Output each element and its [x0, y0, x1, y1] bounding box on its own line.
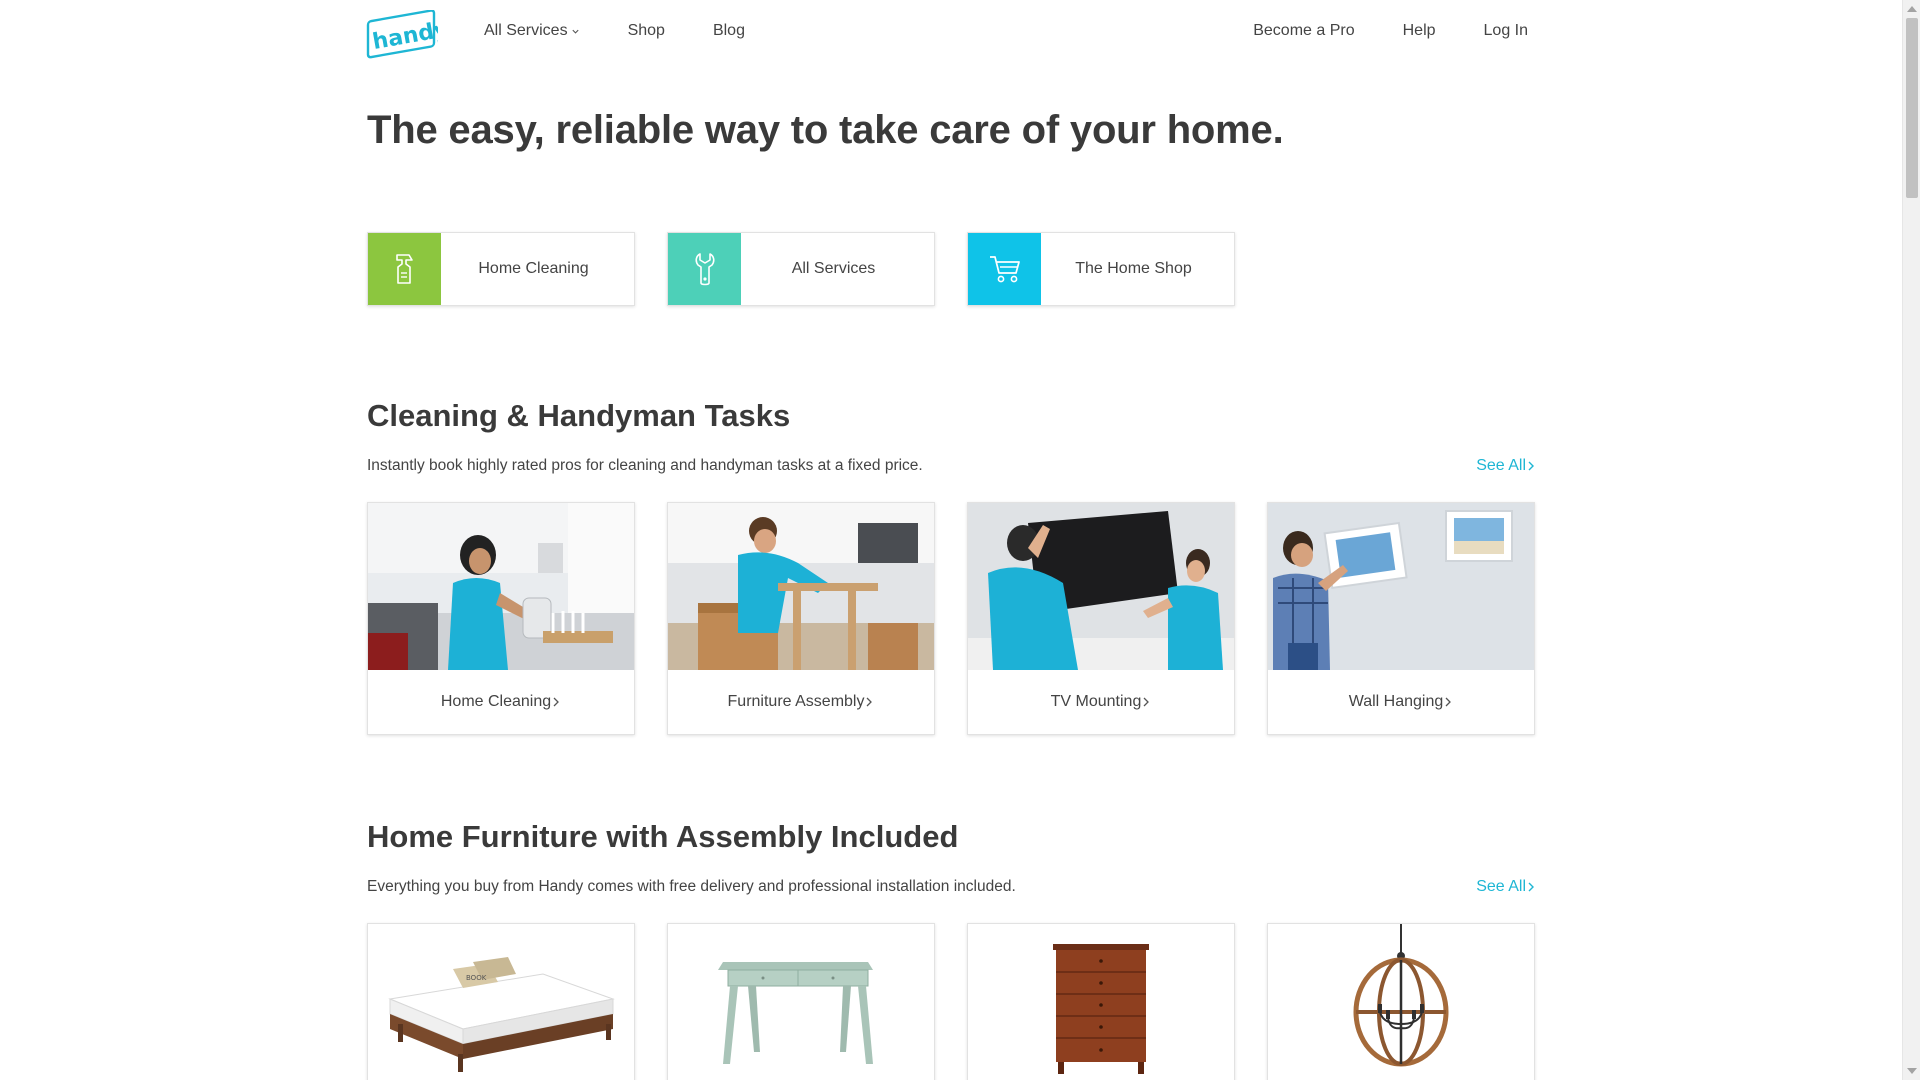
product-card-desk[interactable]	[667, 923, 935, 1080]
secondary-nav: Become a Pro Help Log In	[1205, 22, 1528, 40]
task-card-label: Wall Hanging	[1268, 670, 1534, 734]
chevron-right-icon	[1528, 882, 1534, 892]
furniture-assembly-photo	[668, 503, 934, 670]
quick-link-home-cleaning[interactable]: Home Cleaning	[367, 232, 635, 306]
chandelier-image	[1268, 924, 1534, 1080]
product-cards: BOOK	[367, 923, 1535, 1080]
nav-help[interactable]: Help	[1403, 22, 1436, 40]
site-header: handy All Services Shop Blog Become a Pr…	[0, 0, 1900, 66]
chevron-right-icon	[553, 697, 560, 707]
task-card-wall-hanging[interactable]: Wall Hanging	[1267, 502, 1535, 735]
quick-link-label: All Services	[791, 260, 876, 277]
scroll-down-arrow-icon[interactable]	[1907, 1068, 1917, 1074]
task-card-label-text: TV Mounting	[1050, 693, 1142, 710]
task-cards: Home Cleaning Furniture Assembly TV Moun…	[367, 502, 1535, 735]
tasks-see-all-link[interactable]: See All	[1476, 457, 1536, 475]
dresser-image	[968, 924, 1234, 1080]
hero-title: The easy, reliable way to take care of y…	[367, 108, 1284, 152]
quick-link-label: Home Cleaning	[478, 260, 589, 277]
tv-mounting-photo	[968, 503, 1234, 670]
desk-image	[668, 924, 934, 1080]
product-card-bed[interactable]: BOOK	[367, 923, 635, 1080]
task-card-label: Home Cleaning	[368, 670, 634, 734]
svg-text:handy: handy	[371, 17, 438, 55]
chevron-right-icon	[1143, 697, 1150, 707]
task-card-home-cleaning[interactable]: Home Cleaning	[367, 502, 635, 735]
tasks-section-description: Instantly book highly rated pros for cle…	[367, 457, 923, 474]
task-card-label-text: Home Cleaning	[440, 693, 552, 710]
product-card-dresser[interactable]	[967, 923, 1235, 1080]
wall-hanging-photo	[1268, 503, 1534, 670]
svg-text:BOOK: BOOK	[466, 974, 487, 982]
wrench-icon	[668, 233, 741, 305]
quick-links: Home Cleaning All Services The Home Shop	[367, 232, 1235, 306]
page-scrollbar[interactable]	[1902, 0, 1920, 1080]
chevron-right-icon	[1445, 697, 1452, 707]
nav-shop[interactable]: Shop	[628, 22, 665, 40]
scroll-up-arrow-icon[interactable]	[1907, 6, 1917, 12]
spray-bottle-icon	[368, 233, 441, 305]
shopping-cart-icon	[968, 233, 1041, 305]
nav-all-services[interactable]: All Services	[484, 22, 580, 40]
nav-blog[interactable]: Blog	[713, 22, 745, 40]
chevron-right-icon	[1528, 461, 1534, 471]
task-card-label: TV Mounting	[968, 670, 1234, 734]
nav-become-a-pro[interactable]: Become a Pro	[1253, 22, 1354, 40]
product-card-chandelier[interactable]	[1267, 923, 1535, 1080]
task-card-tv-mounting[interactable]: TV Mounting	[967, 502, 1235, 735]
see-all-label: See All	[1476, 878, 1526, 895]
furniture-section-description: Everything you buy from Handy comes with…	[367, 878, 1016, 895]
chevron-right-icon	[867, 697, 873, 707]
task-card-furniture-assembly[interactable]: Furniture Assembly	[667, 502, 935, 735]
see-all-label: See All	[1476, 457, 1526, 474]
handy-logo[interactable]: handy	[366, 10, 438, 60]
tasks-section-title: Cleaning & Handyman Tasks	[367, 398, 791, 433]
primary-nav: All Services Shop Blog	[484, 22, 793, 40]
task-card-label-text: Furniture Assembly	[727, 693, 865, 710]
nav-log-in[interactable]: Log In	[1484, 22, 1528, 40]
chevron-down-icon	[571, 29, 579, 34]
furniture-section-title: Home Furniture with Assembly Included	[367, 819, 959, 854]
furniture-see-all-link[interactable]: See All	[1476, 878, 1536, 896]
quick-link-all-services[interactable]: All Services	[667, 232, 935, 306]
quick-link-label: The Home Shop	[1075, 260, 1192, 277]
task-card-label: Furniture Assembly	[668, 670, 934, 734]
home-cleaning-photo	[368, 503, 634, 670]
bed-image: BOOK	[368, 924, 634, 1080]
quick-link-home-shop[interactable]: The Home Shop	[967, 232, 1235, 306]
nav-all-services-label: All Services	[484, 22, 568, 39]
scroll-thumb[interactable]	[1906, 18, 1918, 198]
task-card-label-text: Wall Hanging	[1348, 693, 1444, 710]
